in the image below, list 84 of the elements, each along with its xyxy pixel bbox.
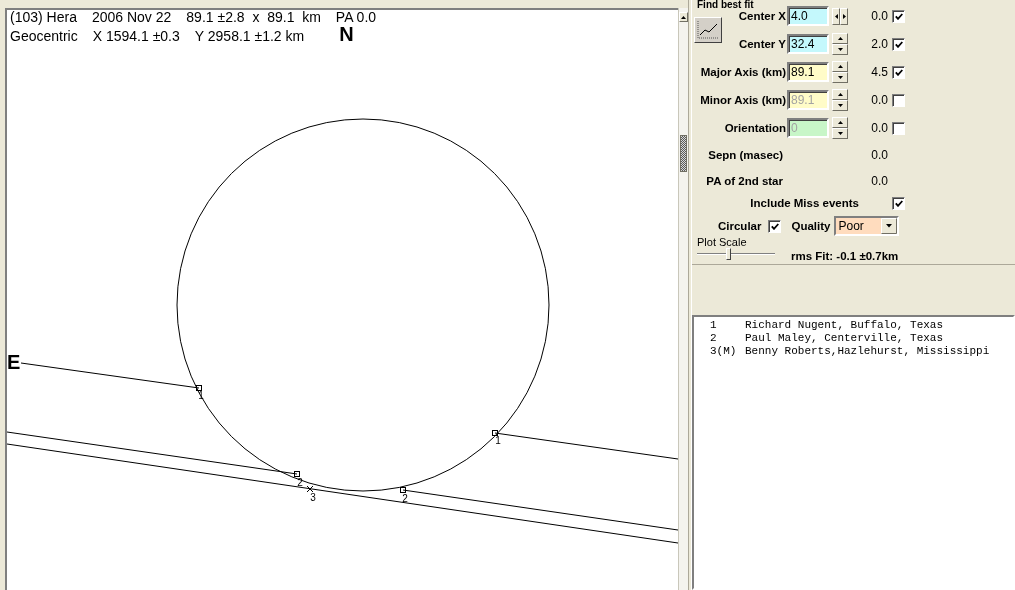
spin-down-button[interactable] [832, 44, 848, 55]
number-field[interactable]: 32.4 [787, 34, 829, 54]
line-chart-icon [697, 21, 719, 39]
vertical-scrollbar[interactable] [678, 8, 688, 590]
right-arrow-icon [842, 13, 846, 19]
asteroid-name: (103) Hera [10, 10, 77, 25]
parameter-reading: 4.5 [871, 65, 888, 79]
down-arrow-icon [837, 104, 843, 107]
square-marker-icon [294, 471, 300, 477]
fit-heading: Find best fit [696, 0, 754, 9]
checkbox-label: Include Miss events [750, 196, 859, 210]
scroll-thumb[interactable] [680, 135, 687, 172]
square-marker-icon [196, 385, 202, 391]
fit-button[interactable] [694, 17, 722, 43]
up-arrow-icon [681, 15, 686, 19]
check-icon [894, 40, 903, 48]
spin-down-button[interactable] [832, 72, 848, 83]
parameter-label: Center X [738, 9, 786, 23]
square-marker-icon [492, 430, 498, 436]
checkbox[interactable] [892, 65, 905, 79]
event-date: 2006 Nov 22 [91, 10, 172, 25]
down-arrow-icon [837, 76, 843, 79]
left-arrow-icon [834, 13, 838, 19]
spin-up-button[interactable] [832, 33, 848, 44]
coordinate-frame: Geocentric [10, 29, 78, 44]
parameter-label: Sepn (masec) [708, 148, 783, 162]
chord-label: 2 [402, 493, 408, 504]
up-arrow-icon [837, 37, 843, 40]
y-offset: Y 2958.1 ±1.2 km [194, 29, 305, 44]
parameter-reading: 2.0 [871, 37, 888, 51]
parameter-label: Minor Axis (km) [700, 93, 786, 107]
quality-dropdown[interactable]: Poor [834, 216, 900, 236]
parameter-label: Center Y [738, 37, 786, 51]
quality-label: Quality [791, 219, 831, 233]
up-arrow-icon [837, 121, 843, 124]
spin-up-button[interactable] [832, 61, 848, 72]
observer-list-item[interactable]: 3(M) Benny Roberts,Hazlehurst, Mississippi [710, 345, 990, 358]
checkbox[interactable] [768, 219, 782, 233]
checkbox[interactable] [892, 9, 905, 23]
check-icon [770, 222, 779, 230]
chord-label: 1 [495, 435, 501, 446]
rms-fit-text: rms Fit: -0.1 ±0.7km [791, 250, 899, 262]
position-angle: PA 0.0 [335, 10, 377, 25]
up-arrow-icon [837, 93, 843, 96]
number-field[interactable]: 4.0 [787, 6, 829, 26]
parameter-label: PA of 2nd star [706, 174, 783, 188]
parameter-label: Major Axis (km) [700, 65, 786, 79]
parameter-reading: 0.0 [871, 9, 888, 23]
x-offset: X 1594.1 ±0.3 [92, 29, 180, 44]
spin-up-button[interactable] [832, 117, 848, 128]
observer-list-item[interactable]: 1 Richard Nugent, Buffalo, Texas [710, 319, 944, 332]
spin-right-button[interactable] [840, 7, 848, 25]
chord-label: 3 [310, 492, 316, 503]
plot-scale-label: Plot Scale [697, 237, 747, 248]
checkbox-label: Circular [718, 219, 762, 233]
check-icon [894, 12, 903, 20]
chord-label: 1 [198, 390, 204, 401]
check-icon [894, 199, 903, 207]
east-label: E [7, 351, 21, 373]
parameter-reading: 0.0 [871, 93, 888, 107]
spin-down-button[interactable] [832, 128, 848, 139]
chord-label: 2 [297, 477, 303, 488]
checkbox[interactable] [892, 37, 905, 51]
down-arrow-icon [837, 48, 843, 51]
number-field[interactable]: 89.1 [787, 62, 829, 82]
cross-marker-icon [306, 485, 314, 493]
scroll-up-button[interactable] [679, 12, 688, 22]
parameter-reading: 0.0 [871, 174, 888, 188]
north-label: N [339, 25, 354, 43]
spin-down-button[interactable] [832, 100, 848, 111]
spin-left-button[interactable] [832, 7, 840, 25]
observer-list-item[interactable]: 2 Paul Maley, Centerville, Texas [710, 332, 944, 345]
slider-thumb[interactable] [726, 248, 732, 260]
parameter-reading: 0.0 [871, 121, 888, 135]
spin-up-button[interactable] [832, 89, 848, 100]
caret-icon [881, 218, 898, 234]
up-arrow-icon [837, 65, 843, 68]
parameter-label: Orientation [724, 121, 786, 135]
check-icon [894, 68, 903, 76]
checkbox[interactable] [892, 196, 905, 210]
fitted-size: 89.1 ±2.8 x 89.1 km [186, 10, 321, 25]
parameter-reading: 0.0 [871, 148, 888, 162]
square-marker-icon [400, 487, 406, 493]
down-arrow-icon [837, 132, 843, 135]
